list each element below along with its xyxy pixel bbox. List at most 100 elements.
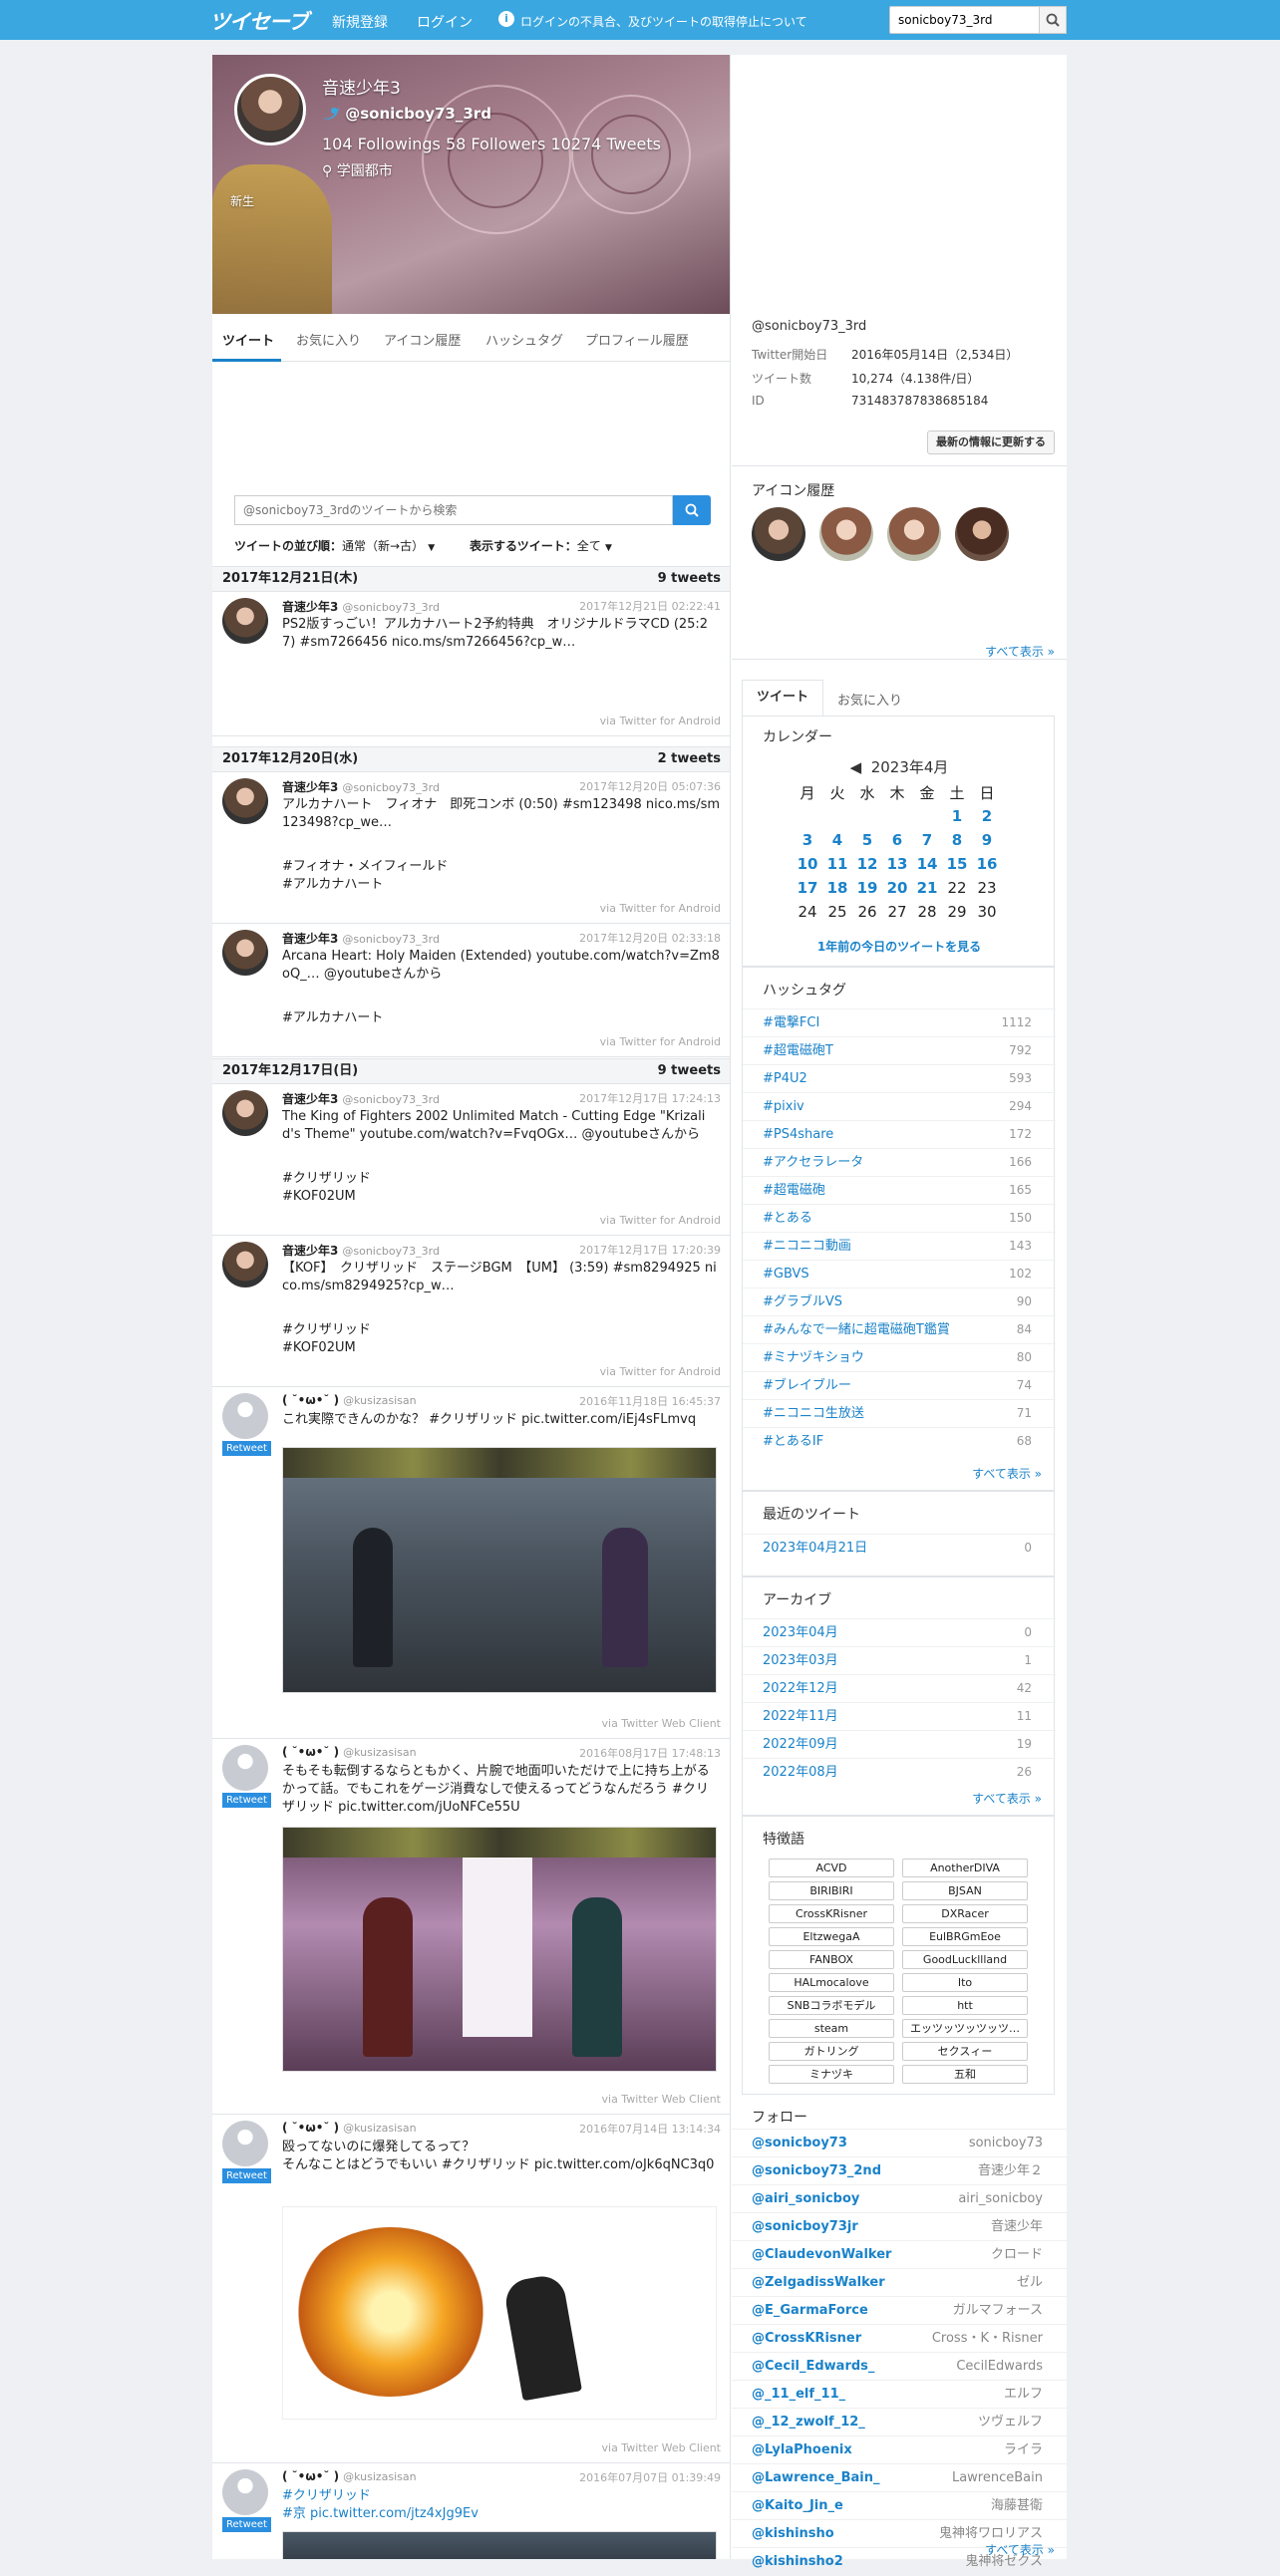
hashtag-row[interactable]: #ニコニコ生放送 71	[743, 1399, 1056, 1427]
hashtag-link[interactable]: #KOF02UM	[282, 1188, 721, 1206]
search-button[interactable]	[1039, 6, 1067, 34]
feature-word-tag[interactable]: EltzwegaA	[769, 1927, 894, 1946]
tweet-author[interactable]: 音速少年3 @sonicboy73_3rd	[282, 930, 440, 947]
side-tab-favorites[interactable]: お気に入り	[837, 690, 902, 709]
hashtag-row[interactable]: #P4U2 593	[743, 1064, 1056, 1092]
tab-tweets[interactable]: ツイート	[222, 330, 274, 349]
notice-link[interactable]: ログインの不具合、及びツイートの取得停止について	[520, 13, 807, 30]
history-avatar[interactable]	[887, 507, 941, 561]
tweet-date[interactable]: 2017年12月17日 17:20:39	[579, 1242, 721, 1258]
archive-row[interactable]: 2023年03月 1	[743, 1646, 1056, 1674]
tab-favorites[interactable]: お気に入り	[296, 330, 361, 349]
feature-word-tag[interactable]: BIRIBIRI	[769, 1881, 894, 1900]
hashtag-link[interactable]: #クリザリッド	[282, 1170, 721, 1188]
follow-row[interactable]: @CrossKRisner Cross・K・Risner	[732, 2324, 1067, 2352]
feature-word-tag[interactable]: htt	[902, 1996, 1028, 2015]
hashtag-row[interactable]: #電撃FCI 1112	[743, 1008, 1056, 1036]
calendar-day[interactable]: 17	[793, 876, 822, 900]
archive-more[interactable]: すべて表示 »	[972, 1790, 1042, 1807]
feature-word-tag[interactable]: steam	[769, 2019, 894, 2038]
history-avatar[interactable]	[819, 507, 873, 561]
feature-word-tag[interactable]: 五和	[902, 2065, 1028, 2084]
hashtag-row[interactable]: #ブレイブルー 74	[743, 1371, 1056, 1399]
tweet-date[interactable]: 2017年12月20日 02:33:18	[579, 930, 721, 946]
archive-row[interactable]: 2022年09月 19	[743, 1730, 1056, 1758]
archive-row[interactable]: 2022年12月 42	[743, 1674, 1056, 1702]
tweet-image[interactable]	[282, 2531, 717, 2559]
tweet-item[interactable]: Retweet ( ˘•ω•˘ ) @kusizasisan 2016年08月17…	[212, 1739, 730, 2115]
feature-word-tag[interactable]: ミナヅキ	[769, 2065, 894, 2084]
tweet-item[interactable]: 音速少年3 @sonicboy73_3rd 2017年12月20日 05:07:3…	[212, 772, 730, 924]
follow-row[interactable]: @sonicboy73jr 音速少年	[732, 2212, 1067, 2240]
feature-word-tag[interactable]: セクスィー	[902, 2042, 1028, 2061]
tweet-avatar[interactable]	[222, 2121, 268, 2166]
follow-row[interactable]: @airi_sonicboy airi_sonicboy	[732, 2184, 1067, 2212]
feature-word-tag[interactable]: CrossKRisner	[769, 1904, 894, 1923]
register-link[interactable]: 新規登録	[332, 12, 388, 32]
prev-month-icon[interactable]: ◀	[850, 758, 862, 776]
tweet-date[interactable]: 2017年12月17日 17:24:13	[579, 1090, 721, 1106]
tweet-avatar[interactable]	[222, 930, 268, 976]
tab-profile-history[interactable]: プロフィール履歴	[585, 330, 689, 349]
tweet-date[interactable]: 2016年11月18日 16:45:37	[579, 1393, 721, 1409]
archive-row[interactable]: 2022年11月 11	[743, 1702, 1056, 1730]
feature-word-tag[interactable]: ガトリング	[769, 2042, 894, 2061]
calendar-day[interactable]: 3	[793, 828, 822, 852]
calendar-day[interactable]: 8	[942, 828, 972, 852]
hashtag-row[interactable]: #超電磁砲 165	[743, 1176, 1056, 1204]
calendar-day[interactable]: 4	[822, 828, 852, 852]
feature-word-tag[interactable]: AnotherDIVA	[902, 1859, 1028, 1877]
calendar-day[interactable]: 14	[912, 852, 942, 876]
tweet-author[interactable]: 音速少年3 @sonicboy73_3rd	[282, 1242, 440, 1259]
side-tab-tweets[interactable]: ツイート	[742, 680, 823, 716]
tweet-item[interactable]: 音速少年3 @sonicboy73_3rd 2017年12月17日 17:20:3…	[212, 1236, 730, 1387]
calendar-day[interactable]: 5	[852, 828, 882, 852]
tweet-avatar[interactable]	[222, 2469, 268, 2515]
feature-word-tag[interactable]: Ito	[902, 1973, 1028, 1992]
feature-word-tag[interactable]: GoodLuckllland	[902, 1950, 1028, 1969]
hashtag-link[interactable]: #アルカナハート	[282, 876, 721, 894]
calendar-day[interactable]: 15	[942, 852, 972, 876]
tweet-search-button[interactable]	[673, 495, 711, 525]
follow-row[interactable]: @ZelgadissWalker ゼル	[732, 2268, 1067, 2296]
tweet-item[interactable]: 音速少年3 @sonicboy73_3rd 2017年12月20日 02:33:1…	[212, 924, 730, 1057]
follow-row[interactable]: @_11_elf_11_ エルフ	[732, 2380, 1067, 2408]
feature-word-tag[interactable]: DXRacer	[902, 1904, 1028, 1923]
tweet-date[interactable]: 2016年07月07日 01:39:49	[579, 2469, 721, 2485]
feature-word-tag[interactable]: エッツッツッツッツ…	[902, 2019, 1028, 2038]
tweet-date[interactable]: 2017年12月20日 05:07:36	[579, 778, 721, 794]
tweet-avatar[interactable]	[222, 1090, 268, 1136]
feature-word-tag[interactable]: HALmocalove	[769, 1973, 894, 1992]
hashtag-row[interactable]: #pixiv 294	[743, 1092, 1056, 1120]
tweet-date[interactable]: 2016年08月17日 17:48:13	[579, 1745, 721, 1761]
last-year-link[interactable]: 1年前の今日のツイートを見る	[743, 938, 1056, 955]
feature-word-tag[interactable]: BJSAN	[902, 1881, 1028, 1900]
hashtag-row[interactable]: #とあるIF 68	[743, 1427, 1056, 1455]
hashtag-row[interactable]: #みんなで一緒に超電磁砲T鑑賞 84	[743, 1315, 1056, 1343]
tweet-avatar[interactable]	[222, 1745, 268, 1791]
feature-word-tag[interactable]: ACVD	[769, 1859, 894, 1877]
history-avatar[interactable]	[752, 507, 805, 561]
calendar-day[interactable]: 16	[972, 852, 1002, 876]
tweet-avatar[interactable]	[222, 598, 268, 644]
show-filter-dropdown[interactable]: 表示するツイート：全て ▼	[470, 537, 612, 554]
calendar-day[interactable]: 20	[882, 876, 912, 900]
follow-row[interactable]: @LylaPhoenix ライラ	[732, 2435, 1067, 2463]
tweet-author[interactable]: 音速少年3 @sonicboy73_3rd	[282, 778, 440, 795]
follow-row[interactable]: @sonicboy73 sonicboy73	[732, 2129, 1067, 2156]
tweet-author[interactable]: 音速少年3 @sonicboy73_3rd	[282, 1090, 440, 1107]
tweet-author[interactable]: ( ˘•ω•˘ ) @kusizasisan	[282, 2121, 417, 2135]
tweet-item[interactable]: Retweet ( ˘•ω•˘ ) @kusizasisan 2016年07月07…	[212, 2463, 730, 2559]
hashtag-row[interactable]: #とある 150	[743, 1204, 1056, 1232]
tweet-author[interactable]: ( ˘•ω•˘ ) @kusizasisan	[282, 1393, 417, 1407]
sort-order-dropdown[interactable]: ツイートの並び順：通常（新→古） ▼	[234, 537, 435, 554]
tweet-item[interactable]: 音速少年3 @sonicboy73_3rd 2017年12月21日 02:22:4…	[212, 592, 730, 736]
follow-row[interactable]: @Cecil_Edwards_ CecilEdwards	[732, 2352, 1067, 2380]
tweet-author[interactable]: ( ˘•ω•˘ ) @kusizasisan	[282, 2469, 417, 2483]
tweet-item[interactable]: 音速少年3 @sonicboy73_3rd 2017年12月17日 17:24:1…	[212, 1084, 730, 1236]
calendar-day[interactable]: 19	[852, 876, 882, 900]
profile-handle[interactable]: @sonicboy73_3rd	[322, 105, 491, 123]
tweet-date[interactable]: 2017年12月21日 02:22:41	[579, 598, 721, 614]
tweet-avatar[interactable]	[222, 1393, 268, 1439]
tweet-item[interactable]: Retweet ( ˘•ω•˘ ) @kusizasisan 2016年07月14…	[212, 2115, 730, 2463]
